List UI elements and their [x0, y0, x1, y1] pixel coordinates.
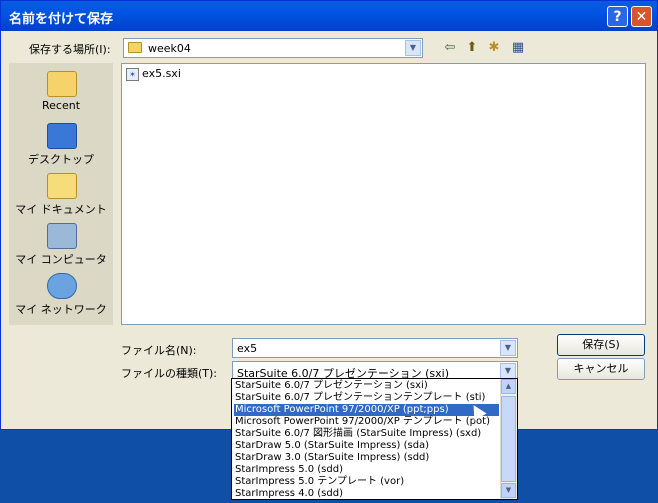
save-in-label: 保存する場所(I): [29, 43, 111, 56]
help-button[interactable]: ? [607, 6, 628, 27]
place-recent[interactable]: Recent [9, 67, 113, 115]
place-my-network[interactable]: マイ ネットワーク [9, 269, 113, 317]
scroll-up-icon[interactable]: ▲ [501, 379, 516, 394]
filetype-label: ファイルの種類(T): [121, 367, 218, 380]
close-button[interactable]: ✕ [631, 6, 652, 27]
chevron-down-icon[interactable]: ▼ [405, 40, 421, 56]
scroll-down-icon[interactable]: ▼ [501, 483, 516, 498]
my-network-icon [47, 273, 77, 299]
title-bar[interactable]: 名前を付けて保存 ? ✕ [1, 1, 657, 31]
place-label: マイ ドキュメント [15, 203, 107, 216]
file-name: ex5.sxi [142, 67, 181, 80]
save-as-dialog: 名前を付けて保存 ? ✕ 保存する場所(I): week04 ▼ ⇦ ⬆ ✱ ▦… [0, 0, 658, 430]
places-bar: Recent デスクトップ マイ ドキュメント マイ コンピュータ マイ ネット… [9, 63, 113, 325]
dropdown-option[interactable]: StarImpress 5.0 (sdd) [234, 464, 499, 476]
save-in-value: week04 [148, 42, 191, 55]
dropdown-option[interactable]: StarImpress 4.0 (sdd) [234, 488, 499, 499]
dropdown-option[interactable]: StarImpress 5.0 テンプレート (vor) [234, 476, 499, 488]
save-in-combobox[interactable]: week04 ▼ [123, 38, 423, 58]
place-desktop[interactable]: デスクトップ [9, 119, 113, 167]
dropdown-option[interactable]: StarDraw 5.0 (StarSuite Impress) (sda) [234, 440, 499, 452]
scrollbar-thumb[interactable] [501, 396, 516, 482]
view-menu-icon[interactable]: ▦ [509, 39, 527, 57]
dropdown-option[interactable]: StarSuite 6.0/7 図形描画 (StarSuite Impress)… [234, 428, 499, 440]
filename-label: ファイル名(N): [121, 344, 197, 357]
place-label: マイ コンピュータ [15, 253, 107, 266]
desktop-icon [47, 123, 77, 149]
my-computer-icon [47, 223, 77, 249]
place-label: マイ ネットワーク [15, 303, 107, 316]
dropdown-option[interactable]: StarSuite 6.0/7 プレゼンテーション (sxi) [234, 380, 499, 392]
place-my-documents[interactable]: マイ ドキュメント [9, 169, 113, 217]
chevron-down-icon[interactable]: ▼ [500, 363, 516, 379]
filename-value: ex5 [237, 342, 258, 355]
chevron-down-icon[interactable]: ▼ [500, 340, 516, 356]
list-item[interactable]: ✶ ex5.sxi [126, 67, 181, 81]
file-list[interactable]: ✶ ex5.sxi [121, 63, 646, 325]
place-my-computer[interactable]: マイ コンピュータ [9, 219, 113, 267]
place-label: Recent [41, 99, 81, 112]
dialog-title: 名前を付けて保存 [9, 12, 114, 27]
up-folder-icon[interactable]: ⬆ [463, 39, 481, 57]
sxi-file-icon: ✶ [126, 67, 139, 81]
my-documents-icon [47, 173, 77, 199]
filename-combobox[interactable]: ex5 ▼ [232, 338, 518, 358]
dropdown-option[interactable]: StarSuite 6.0/7 プレゼンテーションテンプレート (sti) [234, 392, 499, 404]
filetype-dropdown-list[interactable]: StarSuite 6.0/7 プレゼンテーション (sxi) StarSuit… [231, 378, 518, 500]
dropdown-option-selected[interactable]: Microsoft PowerPoint 97/2000/XP (ppt;pps… [234, 404, 499, 416]
save-button[interactable]: 保存(S) [557, 334, 645, 356]
cancel-button[interactable]: キャンセル [557, 358, 645, 380]
dropdown-scrollbar[interactable]: ▲ ▼ [500, 379, 517, 499]
back-icon[interactable]: ⇦ [441, 39, 459, 57]
folder-icon [128, 42, 142, 53]
place-label: デスクトップ [28, 153, 94, 166]
dropdown-option[interactable]: Microsoft PowerPoint 97/2000/XP テンプレート (… [234, 416, 499, 428]
dropdown-option[interactable]: StarDraw 3.0 (StarSuite Impress) (sdd) [234, 452, 499, 464]
recent-folder-icon [47, 71, 77, 97]
new-folder-icon[interactable]: ✱ [485, 39, 503, 57]
